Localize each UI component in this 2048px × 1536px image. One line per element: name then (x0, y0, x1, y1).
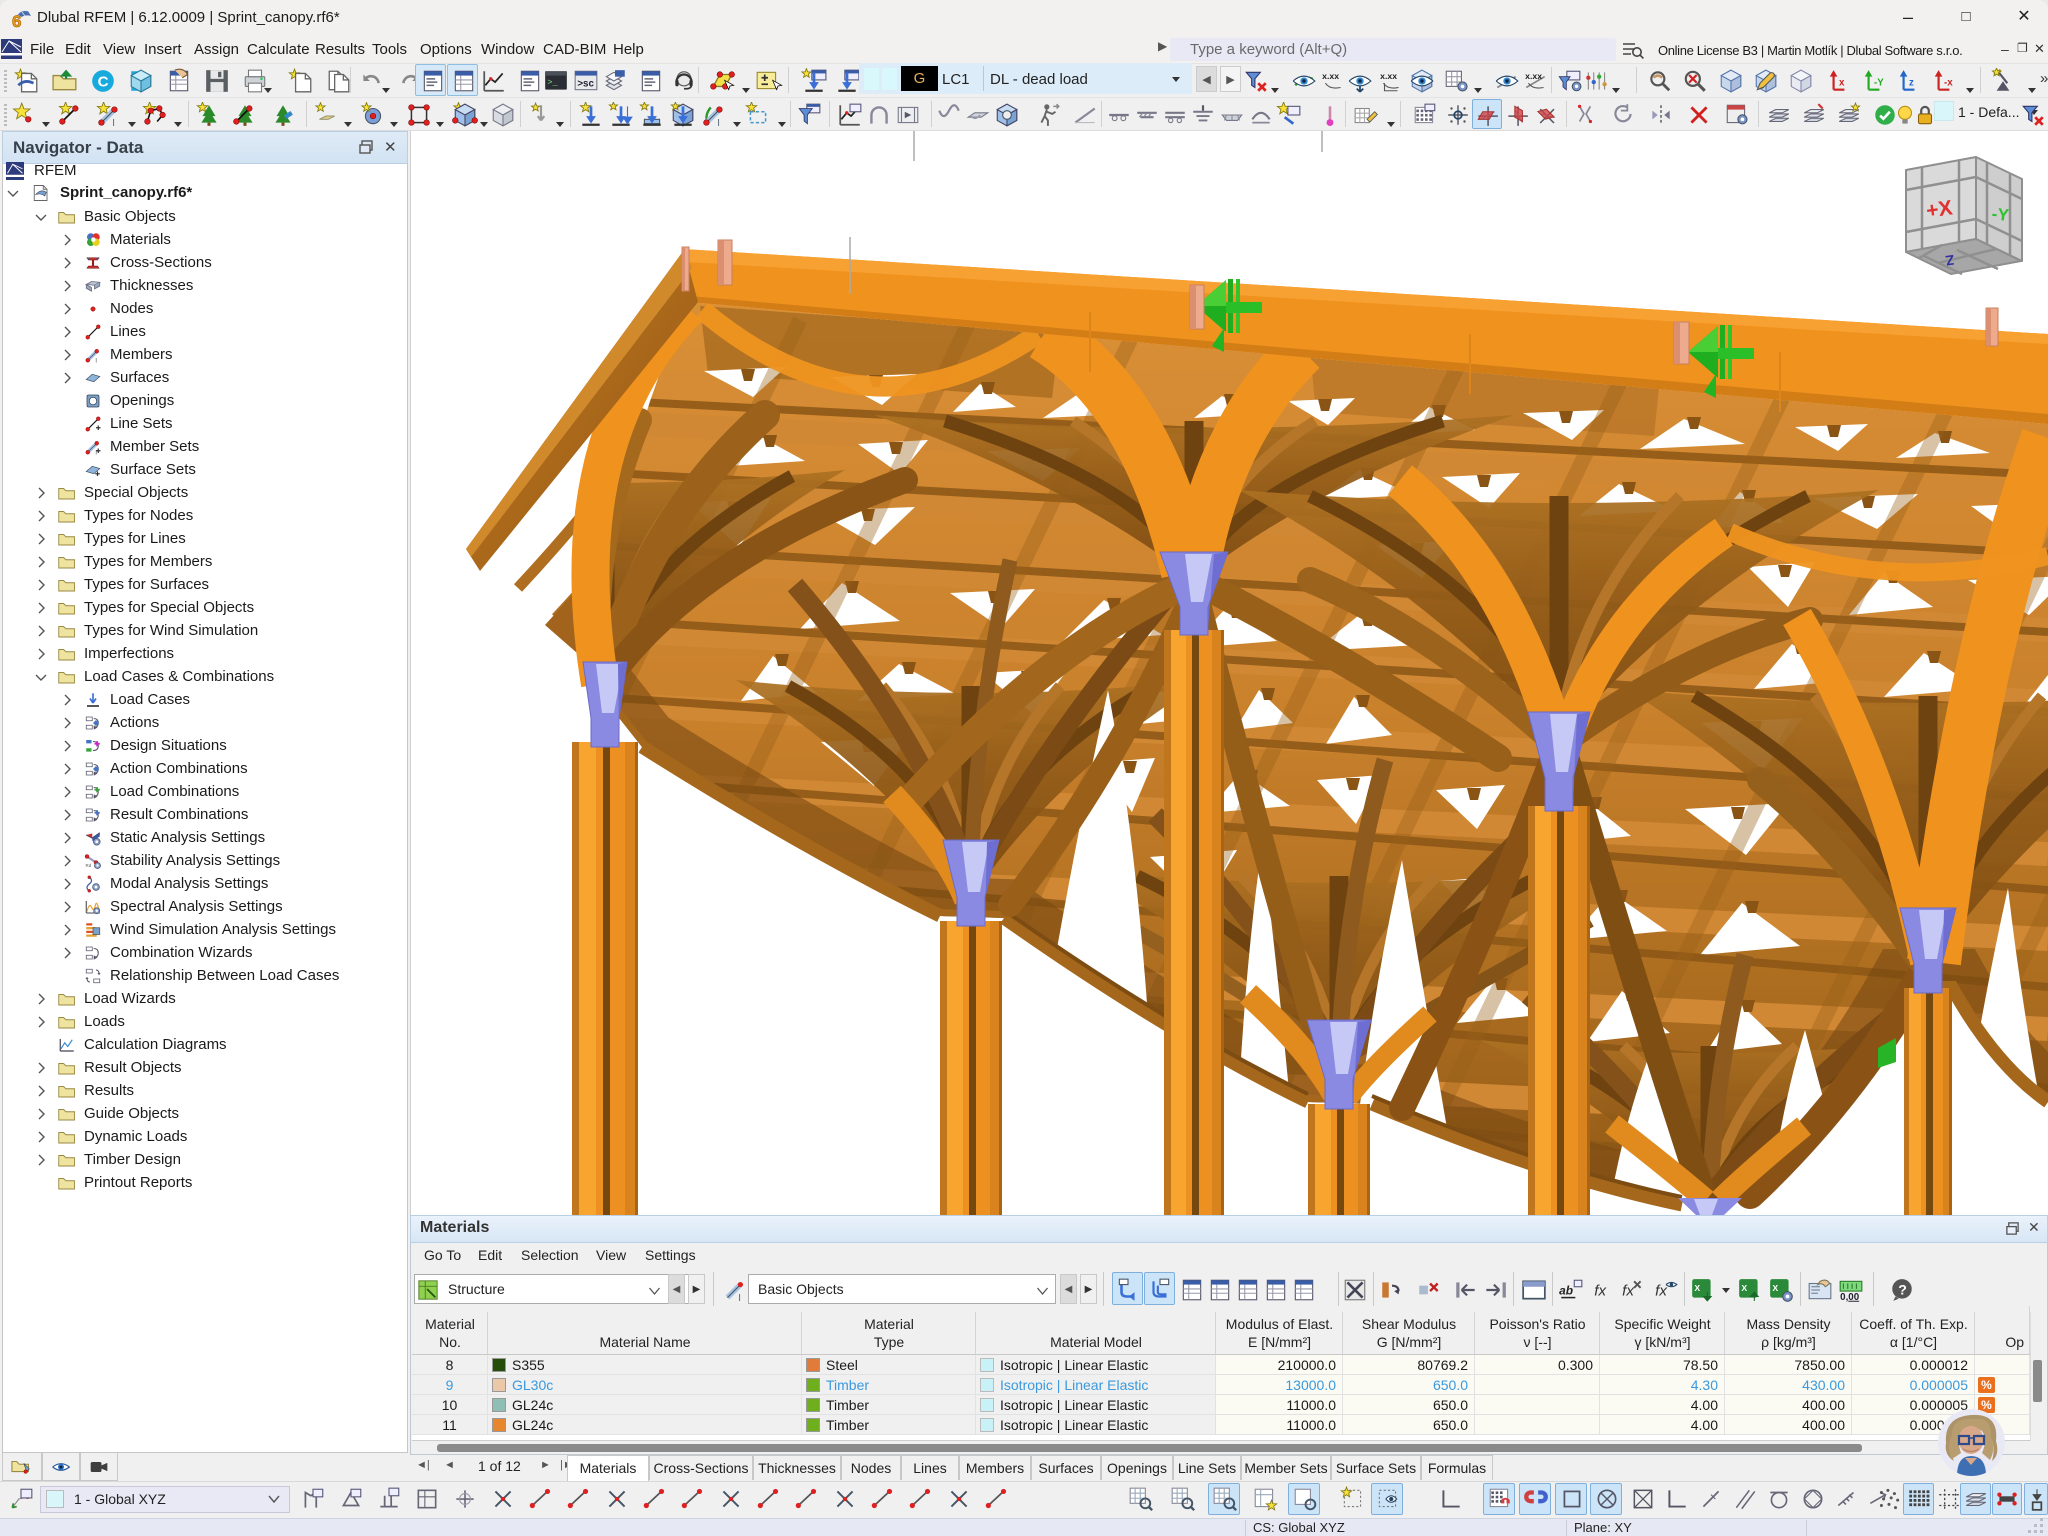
svg-text:x: x (1839, 77, 1845, 88)
svg-text:I: I (738, 1293, 741, 1303)
svg-text:0,00: 0,00 (1840, 1292, 1860, 1303)
svg-text:6: 6 (12, 12, 21, 31)
svg-text:-Y: -Y (1991, 204, 2011, 225)
svg-text:+X: +X (1925, 196, 1954, 222)
svg-text:fx: fx (1622, 1282, 1635, 1299)
svg-text:x.xx: x.xx (1380, 71, 1397, 81)
svg-text:-x: -x (1944, 77, 1953, 88)
svg-text:I: I (717, 118, 720, 128)
svg-text:>sc: >sc (577, 78, 594, 89)
svg-text:z: z (1909, 77, 1914, 88)
svg-text:x.xx: x.xx (1525, 71, 1542, 81)
svg-text:C: C (98, 73, 109, 90)
svg-text:>_: >_ (547, 77, 558, 87)
svg-text:X: X (1772, 1283, 1778, 1293)
svg-text:X: X (1741, 1283, 1747, 1293)
svg-text:fx: fx (1594, 1282, 1607, 1299)
svg-text:-Y: -Y (1874, 77, 1884, 88)
svg-text:X: X (1694, 1283, 1700, 1293)
svg-text:ab: ab (1559, 1283, 1573, 1297)
svg-text:Rd: Rd (86, 863, 92, 868)
svg-text:?: ? (1898, 1281, 1907, 1297)
svg-text:I: I (95, 358, 97, 365)
svg-text:x.xx: x.xx (1322, 71, 1339, 81)
svg-text:I: I (112, 118, 115, 128)
